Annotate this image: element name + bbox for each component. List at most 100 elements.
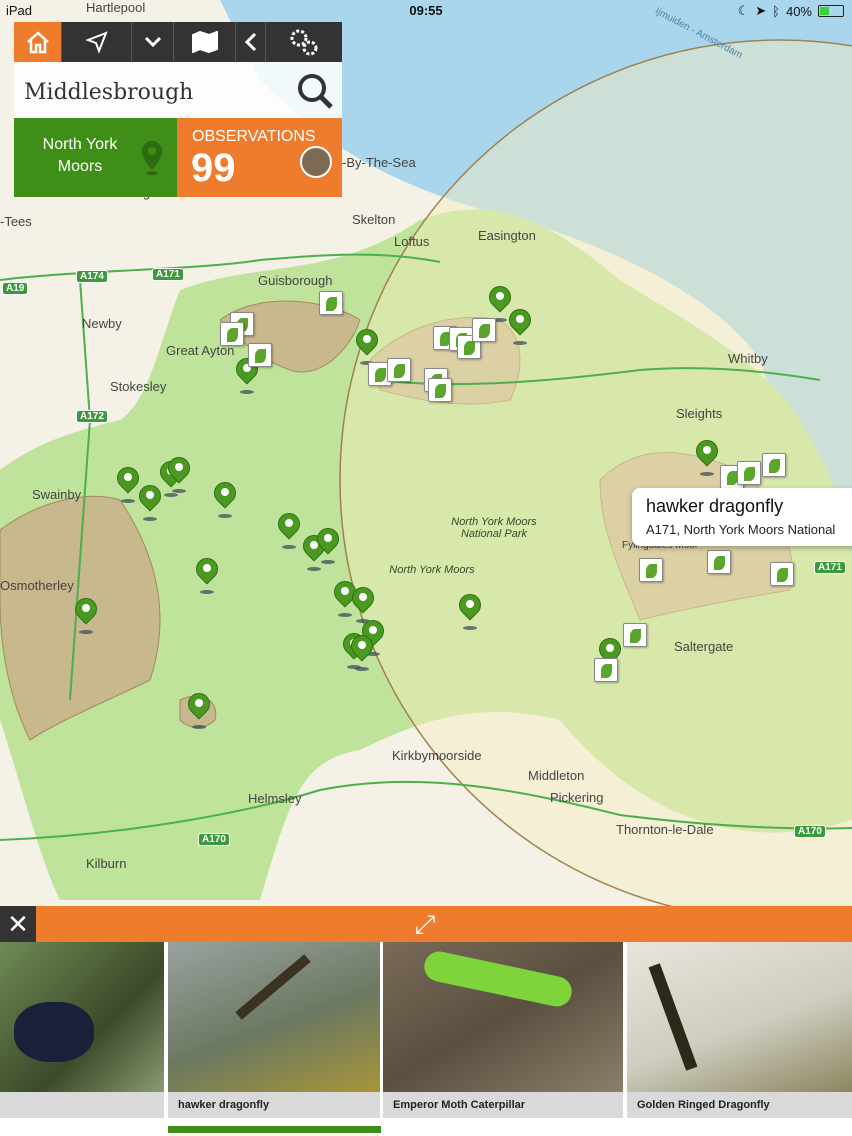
selected-photo-indicator (168, 1126, 381, 1133)
map-toolbar (14, 22, 342, 62)
status-bar: iPad 09:55 ☾ ➤ ᛒ 40% (0, 0, 852, 22)
settings-gears-icon (290, 29, 318, 56)
home-icon (26, 31, 49, 54)
golden-ringed-dragonfly-photo (627, 942, 852, 1092)
road-label: A171 (814, 561, 846, 574)
place-label: Helmsley (248, 791, 302, 806)
location-search[interactable]: Middlesbrough (14, 62, 342, 118)
observation-pin[interactable] (70, 593, 102, 636)
road-label: A171 (152, 268, 184, 281)
park-label: North York Moors National Park (451, 516, 537, 540)
place-label: Stokesley (110, 379, 167, 394)
road-label: A19 (2, 282, 29, 295)
close-button[interactable]: ✕ (0, 906, 36, 942)
place-label: Easington (478, 228, 536, 243)
observation-card[interactable] (319, 291, 343, 315)
moon-icon: ☾ (737, 3, 750, 18)
place-label: Pickering (550, 790, 604, 805)
road-label: A170 (198, 833, 230, 846)
observation-card[interactable] (472, 318, 496, 342)
map-icon (191, 31, 218, 53)
battery-percent: 40% (785, 3, 812, 19)
observation-pin[interactable] (191, 553, 223, 596)
photo-strip: hawker dragonfly Emperor Moth Caterpilla… (0, 942, 852, 1136)
search-icon[interactable] (296, 72, 334, 110)
place-label: Whitby (728, 351, 768, 366)
observation-pin[interactable] (163, 452, 195, 495)
map-pin-icon (142, 141, 162, 175)
place-label: Saltergate (674, 639, 734, 654)
observations-label: OBSERVATIONS (192, 128, 316, 145)
place-label: Skelton (352, 212, 396, 227)
photo-caption: hawker dragonfly (168, 1092, 380, 1118)
place-label: Newby (82, 316, 122, 331)
observation-card[interactable] (770, 562, 794, 586)
caterpillar-photo (383, 942, 623, 1092)
callout-subtitle: A171, North York Moors National (646, 522, 836, 537)
clock: 09:55 (409, 3, 443, 18)
locate-arrow-icon (85, 31, 108, 53)
road-label: A174 (76, 270, 108, 283)
photo-caption: Emperor Moth Caterpillar (383, 1092, 623, 1118)
location-icon: ➤ (755, 3, 767, 18)
status-right: ☾ ➤ ᛒ 40% (738, 3, 844, 19)
observation-card[interactable] (639, 558, 663, 582)
chevron-left-icon (244, 32, 256, 52)
expand-icon[interactable]: ⤢ (408, 910, 442, 940)
photo-card[interactable]: Emperor Moth Caterpillar (383, 942, 623, 1118)
observation-pin[interactable] (273, 508, 305, 551)
observation-pin[interactable] (183, 688, 215, 731)
observation-pin[interactable] (691, 435, 723, 478)
photo-card[interactable]: Golden Ringed Dragonfly (627, 942, 852, 1118)
place-label: Guisborough (258, 273, 333, 288)
observation-card[interactable] (387, 358, 411, 382)
observation-card[interactable] (762, 453, 786, 477)
place-label: Swainby (32, 487, 82, 502)
observation-card[interactable] (220, 322, 244, 346)
observation-card[interactable] (707, 550, 731, 574)
observation-pin[interactable] (346, 630, 378, 673)
place-label: Kilburn (86, 856, 127, 871)
observation-card[interactable] (623, 623, 647, 647)
place-label: Kirkbymoorside (392, 748, 482, 763)
observation-pin[interactable] (134, 480, 166, 523)
dragonfly-photo (168, 942, 380, 1092)
place-label: -By-The-Sea (342, 155, 416, 170)
battery-icon (818, 5, 844, 17)
observations-count: 99 (191, 146, 236, 190)
settings-button[interactable] (266, 22, 342, 62)
photo-card[interactable]: hawker dragonfly (168, 942, 380, 1118)
callout-title: hawker dragonfly (646, 496, 784, 516)
chevron-down-icon (144, 36, 161, 48)
road-label: A170 (794, 825, 826, 838)
observation-card[interactable] (248, 343, 272, 367)
park-name: North York Moors (42, 136, 118, 175)
dropdown-button[interactable] (132, 22, 174, 62)
place-label: Sleights (676, 406, 723, 421)
park-tile[interactable]: North York Moors (14, 118, 177, 197)
observation-pin[interactable] (454, 589, 486, 632)
photo-caption (0, 1092, 164, 1118)
place-label: -Tees (0, 214, 32, 229)
observation-pin[interactable] (209, 477, 241, 520)
home-button[interactable] (14, 22, 62, 62)
observation-callout[interactable]: hawker dragonfly A171, North York Moors … (632, 488, 852, 546)
search-value[interactable]: Middlesbrough (24, 80, 193, 105)
beetle-photo (0, 942, 164, 1092)
observation-card[interactable] (594, 658, 618, 682)
observation-pin[interactable] (504, 304, 536, 347)
observation-card[interactable] (737, 461, 761, 485)
observation-pin[interactable] (312, 523, 344, 566)
observation-pin[interactable] (112, 462, 144, 505)
map-layers-button[interactable] (174, 22, 236, 62)
road-label: A172 (76, 410, 108, 423)
locate-button[interactable] (62, 22, 132, 62)
place-label: Loftus (394, 234, 430, 249)
back-button[interactable] (236, 22, 266, 62)
photo-card[interactable] (0, 942, 164, 1118)
observation-card[interactable] (428, 378, 452, 402)
observations-tile[interactable]: OBSERVATIONS 99 (177, 118, 342, 197)
bluetooth-icon: ᛒ (772, 3, 780, 19)
observations-logo-icon (300, 146, 332, 178)
photo-caption: Golden Ringed Dragonfly (627, 1092, 852, 1118)
